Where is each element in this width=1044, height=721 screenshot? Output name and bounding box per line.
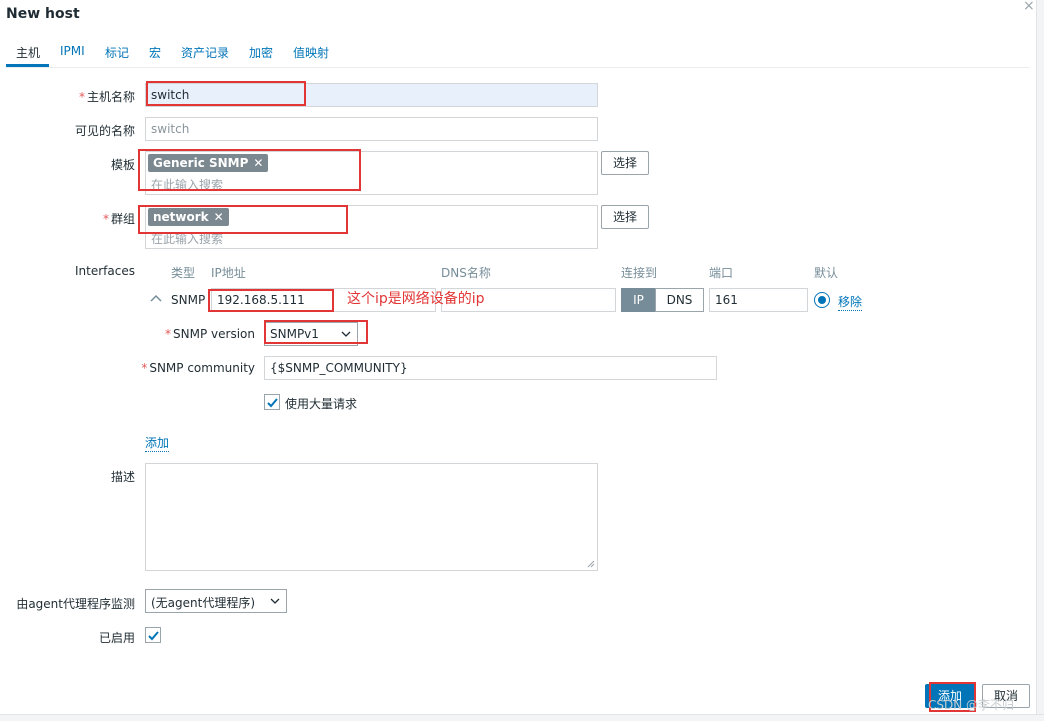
hostname-label: * 主机名称 bbox=[78, 90, 135, 104]
annotation-box-snmp-version bbox=[264, 320, 368, 344]
tab-value-mapping[interactable]: 值映射 bbox=[293, 44, 329, 61]
tab-macros[interactable]: 宏 bbox=[149, 44, 161, 61]
port-input[interactable]: 161 bbox=[709, 288, 808, 312]
visible-name-input[interactable]: switch bbox=[145, 117, 598, 141]
chevron-up-icon[interactable] bbox=[150, 294, 162, 302]
resize-handle-icon[interactable] bbox=[587, 560, 595, 568]
default-interface-radio[interactable] bbox=[814, 292, 830, 308]
visible-name-label: 可见的名称 bbox=[74, 124, 135, 138]
templates-label: 模板 bbox=[110, 158, 135, 172]
header-default: 默认 bbox=[814, 266, 839, 280]
interfaces-label: Interfaces bbox=[75, 264, 135, 278]
background-strip-bottom bbox=[0, 714, 1044, 721]
enabled-label: 已启用 bbox=[98, 631, 135, 645]
snmp-version-label: * SNMP version bbox=[165, 327, 255, 341]
header-connect-to: 连接到 bbox=[621, 266, 658, 280]
header-dns: DNS名称 bbox=[441, 266, 491, 280]
tab-encryption[interactable]: 加密 bbox=[249, 44, 273, 61]
new-host-dialog: New host × 主机 IPMI 标记 宏 资产记录 加密 值映射 * 主机名… bbox=[0, 0, 1044, 721]
check-icon bbox=[148, 631, 159, 641]
proxy-label: 由agent代理程序监测 bbox=[16, 597, 135, 611]
snmp-community-input[interactable]: {$SNMP_COMMUNITY} bbox=[264, 356, 717, 380]
close-icon[interactable]: × bbox=[1023, 0, 1035, 14]
tab-host[interactable]: 主机 bbox=[16, 44, 40, 61]
annotation-box-groups bbox=[138, 205, 348, 234]
tab-tags[interactable]: 标记 bbox=[105, 44, 129, 61]
add-interface-link[interactable]: 添加 bbox=[145, 434, 170, 452]
background-strip-right bbox=[1036, 0, 1044, 721]
dialog-title: New host bbox=[6, 6, 80, 22]
header-port: 端口 bbox=[709, 266, 734, 280]
annotation-box-templates bbox=[138, 149, 361, 191]
tab-inventory[interactable]: 资产记录 bbox=[181, 44, 229, 61]
enabled-checkbox[interactable] bbox=[145, 627, 161, 643]
proxy-select[interactable]: (无agent代理程序) bbox=[145, 589, 287, 613]
header-type: 类型 bbox=[171, 266, 196, 280]
bulk-requests-label: 使用大量请求 bbox=[285, 397, 358, 411]
remove-interface-link[interactable]: 移除 bbox=[838, 293, 863, 311]
groups-select-button[interactable]: 选择 bbox=[601, 205, 649, 229]
groups-label: * 群组 bbox=[102, 212, 135, 226]
tab-ipmi[interactable]: IPMI bbox=[60, 44, 85, 58]
annotation-box-hostname bbox=[146, 81, 306, 106]
check-icon bbox=[267, 398, 278, 408]
annotation-text: 这个ip是网络设备的ip bbox=[347, 291, 485, 307]
connect-ip-button[interactable]: IP bbox=[621, 288, 656, 312]
header-ip: IP地址 bbox=[211, 266, 246, 280]
description-label: 描述 bbox=[110, 470, 135, 484]
snmp-community-label: * SNMP community bbox=[141, 361, 255, 375]
watermark: CSDN @李不归 bbox=[928, 698, 1015, 712]
templates-select-button[interactable]: 选择 bbox=[601, 151, 649, 175]
interface-type: SNMP bbox=[171, 293, 206, 307]
description-textarea[interactable] bbox=[145, 463, 598, 571]
active-tab-indicator bbox=[6, 64, 49, 67]
chevron-down-icon bbox=[270, 598, 280, 604]
connect-dns-button[interactable]: DNS bbox=[655, 288, 704, 312]
bulk-requests-checkbox[interactable] bbox=[264, 394, 280, 410]
annotation-box-ip bbox=[208, 289, 334, 312]
